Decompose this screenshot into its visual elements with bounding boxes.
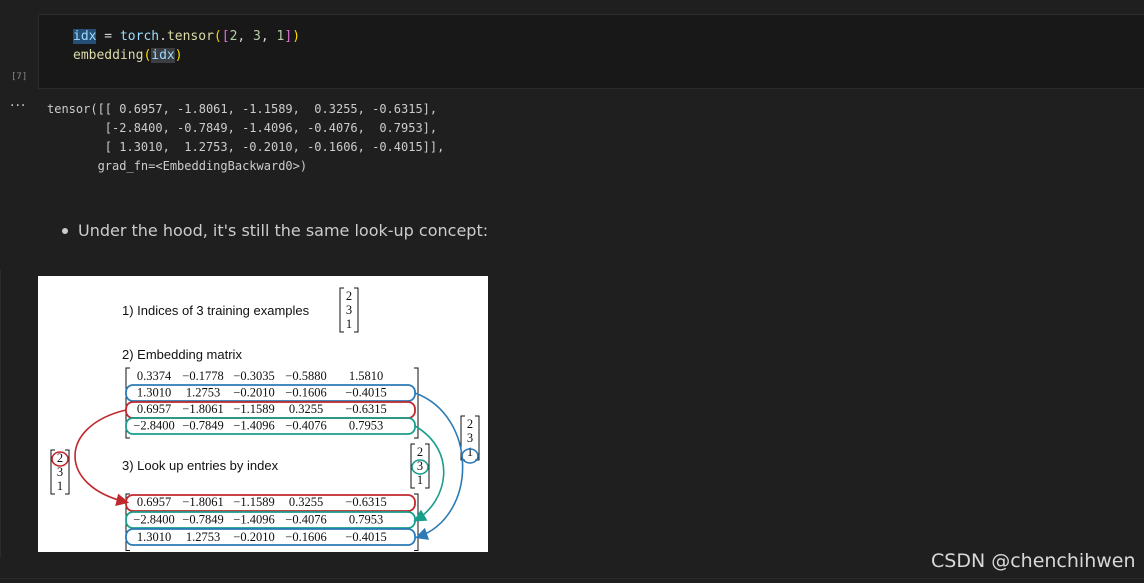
embedding-matrix-cell: −0.1778 [182, 369, 223, 383]
embedding-matrix-cell: −1.1589 [233, 402, 274, 416]
left-indices-vector-value: 1 [57, 479, 63, 493]
embedding-matrix-cell: −1.4096 [233, 419, 274, 433]
embedding-matrix-cell: 0.3374 [137, 369, 172, 383]
step1-indices-vector-value: 1 [346, 317, 352, 331]
arrow-red [74, 409, 130, 507]
code-token-paren: ) [174, 48, 183, 63]
execution-count: [7] [11, 72, 28, 82]
step1-indices-vector-value: 2 [346, 289, 352, 303]
result-matrix-cell: −0.7849 [182, 513, 223, 527]
embedding-matrix-cell: 1.2753 [186, 386, 220, 400]
embedding-matrix-cell: −0.4076 [285, 419, 326, 433]
result-matrix-cell: −2.8400 [133, 513, 174, 527]
figure-svg: 1) Indices of 3 training examples2312) E… [50, 287, 480, 551]
code-token-paren: ) [292, 29, 301, 44]
middle-indices-vector-value: 3 [417, 459, 423, 473]
code-token-fn: embedding [73, 48, 144, 63]
embedding-matrix-cell: 1.3010 [137, 386, 171, 400]
output-more-actions-icon[interactable]: ··· [10, 98, 26, 114]
embedding-matrix-cell: −0.7849 [182, 419, 223, 433]
result-matrix-cell: 0.7953 [349, 513, 383, 527]
right-indices-vector-value: 3 [467, 431, 473, 445]
step1-label: 1) Indices of 3 training examples [122, 303, 310, 318]
embedding-matrix-cell: −0.5880 [285, 369, 326, 383]
cell-divider [0, 270, 1, 558]
code-token-dot: . [159, 29, 167, 44]
result-matrix-cell: 0.6957 [137, 495, 171, 509]
code-token-fn: tensor [166, 29, 214, 44]
code-token-paren: ( [213, 29, 222, 44]
watermark: CSDN @chenchihwen [931, 550, 1136, 572]
embedding-matrix-cell: −1.8061 [182, 402, 223, 416]
markdown-list: Under the hood, it's still the same look… [62, 218, 488, 244]
right-indices-vector-value: 1 [467, 445, 473, 459]
result-matrix-cell: −1.8061 [182, 495, 223, 509]
step3-label: 3) Look up entries by index [122, 458, 279, 473]
bottom-divider [0, 578, 1144, 579]
code-token-var: idx [73, 29, 97, 44]
result-matrix-cell: 1.3010 [137, 530, 171, 544]
result-matrix-cell: −0.4015 [345, 530, 386, 544]
step1-indices-vector-bracket-right [354, 287, 359, 333]
result-matrix-cell: −1.1589 [233, 495, 274, 509]
result-matrix-cell: −0.6315 [345, 495, 386, 509]
result-matrix-cell: −1.4096 [233, 513, 274, 527]
code-token-bracket: [ [221, 29, 230, 44]
code-token-comma: , [260, 29, 277, 44]
step1-indices-vector-bracket-left [339, 287, 344, 333]
embedding-matrix-cell: 1.5810 [349, 369, 383, 383]
code-editor[interactable]: idx = torch.tensor([2, 3, 1]) embedding(… [73, 27, 300, 65]
result-matrix-cell: 1.2753 [186, 530, 220, 544]
code-token-var: idx [151, 48, 175, 63]
embedding-matrix-cell: −0.1606 [285, 386, 326, 400]
code-token-bracket: ] [284, 29, 293, 44]
left-indices-vector-value: 2 [57, 451, 63, 465]
code-token-module: torch [119, 29, 160, 44]
embedding-matrix-cell: −0.2010 [233, 386, 274, 400]
result-matrix-cell: −0.2010 [233, 530, 274, 544]
embedding-matrix-cell: 0.7953 [349, 419, 383, 433]
embedding-matrix-cell: −2.8400 [133, 419, 174, 433]
embedding-matrix-cell: −0.4015 [345, 386, 386, 400]
code-token-op: = [96, 29, 120, 44]
middle-indices-vector-value: 2 [417, 445, 423, 459]
embedding-lookup-figure: 1) Indices of 3 training examples 2 3 1 2) E… [38, 276, 488, 552]
embedding-matrix-cell: −0.3035 [233, 369, 274, 383]
left-indices-vector-value: 3 [57, 465, 63, 479]
embedding-matrix-cell: 0.3255 [289, 402, 323, 416]
step1-indices-vector-value: 3 [346, 303, 352, 317]
step2-label: 2) Embedding matrix [122, 347, 242, 362]
embedding-matrix-cell: −0.6315 [345, 402, 386, 416]
result-matrix-cell: −0.1606 [285, 530, 326, 544]
result-matrix-cell: 0.3255 [289, 495, 323, 509]
code-token-num: 3 [253, 29, 261, 44]
code-token-comma: , [237, 29, 254, 44]
result-matrix-cell: −0.4076 [285, 513, 326, 527]
embedding-matrix-cell: 0.6957 [137, 402, 171, 416]
code-cell[interactable]: idx = torch.tensor([2, 3, 1]) embedding(… [38, 14, 1144, 89]
markdown-bullet: Under the hood, it's still the same look… [62, 218, 488, 244]
output-text: tensor([[ 0.6957, -1.8061, -1.1589, 0.32… [47, 102, 445, 173]
middle-indices-vector-value: 1 [417, 473, 423, 487]
right-indices-vector-value: 2 [467, 417, 473, 431]
